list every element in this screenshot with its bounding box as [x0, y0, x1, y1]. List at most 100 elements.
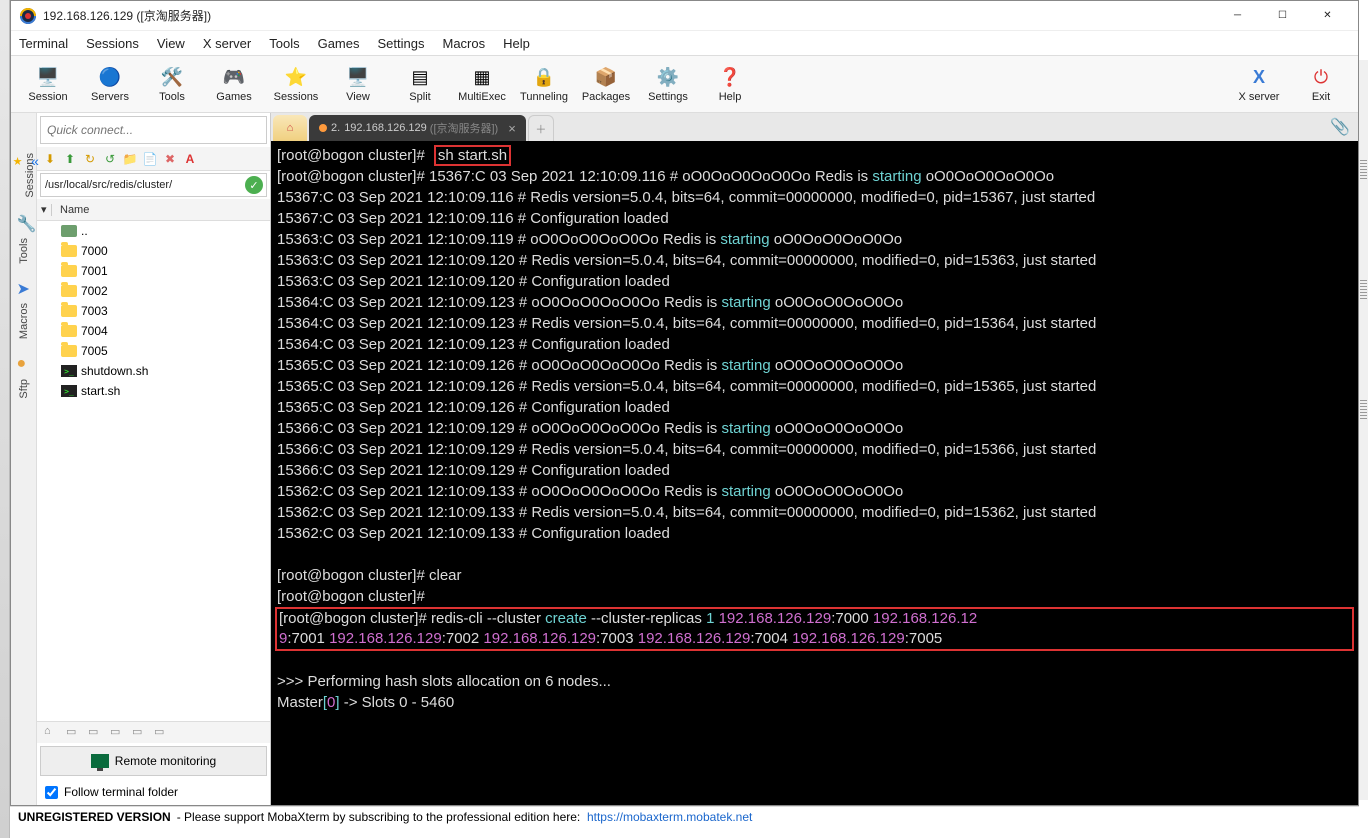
- tb-xserver[interactable]: XX server: [1228, 65, 1290, 103]
- sidetab-tools[interactable]: Tools: [16, 228, 32, 274]
- newfile-icon[interactable]: 📄: [142, 151, 158, 167]
- gear-icon: ⚙️: [656, 65, 680, 89]
- menu-tools[interactable]: Tools: [269, 36, 299, 51]
- app-icon: [19, 7, 37, 25]
- tools-icon: 🛠️: [160, 65, 184, 89]
- tab-close-icon[interactable]: ×: [508, 121, 516, 136]
- terminal-tabs: ⌂ 2. 192.168.126.129 ([京淘服务器]) × ＋ 📎: [271, 113, 1358, 141]
- tb-multiexec[interactable]: ▦MultiExec: [451, 65, 513, 103]
- collapse-sidebar-button[interactable]: «: [25, 151, 45, 171]
- tb-tools[interactable]: 🛠️Tools: [141, 65, 203, 103]
- file-name: start.sh: [81, 384, 120, 398]
- menu-games[interactable]: Games: [318, 36, 360, 51]
- menu-sessions[interactable]: Sessions: [86, 36, 139, 51]
- sftp-bottom-toolbar: ⌂ ▭ ▭ ▭ ▭ ▭: [37, 721, 270, 743]
- parent-dir-icon: [61, 224, 77, 238]
- titlebar: 192.168.126.129 ([京淘服务器]) ─ ☐ ✕: [11, 1, 1358, 31]
- minimize-button[interactable]: ─: [1215, 2, 1260, 30]
- file-name: 7005: [81, 344, 108, 358]
- menu-settings[interactable]: Settings: [378, 36, 425, 51]
- font-icon[interactable]: A: [182, 151, 198, 167]
- globe-icon: ●: [17, 355, 31, 369]
- tb-packages[interactable]: 📦Packages: [575, 65, 637, 103]
- toolbar: 🖥️Session 🔵Servers 🛠️Tools 🎮Games ⭐Sessi…: [11, 55, 1358, 113]
- folder-icon: [61, 244, 77, 258]
- sidebar: Sessions 🔧 Tools ➤ Macros ● Sftp ⬇ ⬆ ↻ ↺…: [11, 113, 271, 805]
- tb-view[interactable]: 🖥️View: [327, 65, 389, 103]
- file-name: 7002: [81, 284, 108, 298]
- pin-icon[interactable]: 📎: [1330, 117, 1350, 137]
- tb-split[interactable]: ▤Split: [389, 65, 451, 103]
- file-header: ▾ Name: [37, 199, 270, 221]
- close-button[interactable]: ✕: [1305, 2, 1350, 30]
- follow-terminal-checkbox[interactable]: [45, 786, 58, 799]
- remote-monitoring-button[interactable]: Remote monitoring: [40, 746, 267, 776]
- session-icon: 🖥️: [36, 65, 60, 89]
- star-icon: ⭐: [284, 65, 308, 89]
- file-tree[interactable]: ..700070017002700370047005>_shutdown.sh>…: [37, 221, 270, 721]
- home-icon: ⌂: [287, 122, 294, 134]
- upload-icon[interactable]: ⬆: [62, 151, 78, 167]
- tb-exit[interactable]: ⏻Exit: [1290, 65, 1352, 103]
- folder-icon[interactable]: ▭: [66, 725, 82, 741]
- file-row-7005[interactable]: 7005: [37, 341, 270, 361]
- tb-help[interactable]: ❓Help: [699, 65, 761, 103]
- sidetab-sftp[interactable]: Sftp: [16, 369, 32, 409]
- tb-games[interactable]: 🎮Games: [203, 65, 265, 103]
- reload-icon[interactable]: ▭: [110, 725, 126, 741]
- follow-terminal-label: Follow terminal folder: [64, 785, 178, 799]
- path-ok-icon: ✓: [245, 176, 263, 194]
- multiexec-icon: ▦: [470, 65, 494, 89]
- newfolder-icon[interactable]: 📁: [122, 151, 138, 167]
- sftp-path-row: /usr/local/src/redis/cluster/ ✓: [40, 173, 267, 197]
- games-icon: 🎮: [222, 65, 246, 89]
- tb-tunneling[interactable]: 🔒Tunneling: [513, 65, 575, 103]
- file-row-7001[interactable]: 7001: [37, 261, 270, 281]
- script-icon: >_: [61, 364, 77, 378]
- tb-session[interactable]: 🖥️Session: [17, 65, 79, 103]
- view-icon2[interactable]: ▭: [132, 725, 148, 741]
- refresh-up-icon[interactable]: ↺: [102, 151, 118, 167]
- packages-icon: 📦: [594, 65, 618, 89]
- file-row-7004[interactable]: 7004: [37, 321, 270, 341]
- file-name: shutdown.sh: [81, 364, 148, 378]
- up-icon[interactable]: ▭: [88, 725, 104, 741]
- help-icon: ❓: [718, 65, 742, 89]
- refresh-down-icon[interactable]: ↻: [82, 151, 98, 167]
- main-window: 192.168.126.129 ([京淘服务器]) ─ ☐ ✕ Terminal…: [10, 0, 1359, 806]
- file-row-7002[interactable]: 7002: [37, 281, 270, 301]
- file-row-shutdown.sh[interactable]: >_ shutdown.sh: [37, 361, 270, 381]
- file-row-..[interactable]: ..: [37, 221, 270, 241]
- maximize-button[interactable]: ☐: [1260, 2, 1305, 30]
- file-row-start.sh[interactable]: >_start.sh: [37, 381, 270, 401]
- quick-connect-input[interactable]: [40, 116, 267, 144]
- folder-icon: [61, 304, 77, 318]
- menu-terminal[interactable]: Terminal: [19, 36, 68, 51]
- menu-xserver[interactable]: X server: [203, 36, 251, 51]
- terminal-output[interactable]: [root@bogon cluster]# sh start.sh [root@…: [271, 141, 1358, 805]
- delete-icon[interactable]: ✖: [162, 151, 178, 167]
- menu-help[interactable]: Help: [503, 36, 530, 51]
- tb-servers[interactable]: 🔵Servers: [79, 65, 141, 103]
- sidebar-tabs: Sessions 🔧 Tools ➤ Macros ● Sftp: [11, 113, 37, 805]
- status-link[interactable]: https://mobaxterm.mobatek.net: [587, 810, 752, 824]
- view-icon3[interactable]: ▭: [154, 725, 170, 741]
- folder-icon: [61, 284, 77, 298]
- menu-macros[interactable]: Macros: [442, 36, 485, 51]
- menu-view[interactable]: View: [157, 36, 185, 51]
- tab-home[interactable]: ⌂: [273, 115, 307, 141]
- tb-settings[interactable]: ⚙️Settings: [637, 65, 699, 103]
- tab-session-active[interactable]: 2. 192.168.126.129 ([京淘服务器]) ×: [309, 115, 526, 141]
- host-left-edge: [0, 0, 10, 838]
- file-row-7003[interactable]: 7003: [37, 301, 270, 321]
- sidetab-macros[interactable]: Macros: [16, 293, 32, 349]
- tab-new[interactable]: ＋: [528, 115, 554, 141]
- col-name[interactable]: Name: [51, 204, 270, 216]
- tb-sessions[interactable]: ⭐Sessions: [265, 65, 327, 103]
- lightning-icon: [319, 124, 327, 132]
- sftp-path[interactable]: /usr/local/src/redis/cluster/: [41, 179, 245, 191]
- file-name: 7000: [81, 244, 108, 258]
- home-icon[interactable]: ⌂: [44, 725, 60, 741]
- x-icon: X: [1247, 65, 1271, 89]
- file-row-7000[interactable]: 7000: [37, 241, 270, 261]
